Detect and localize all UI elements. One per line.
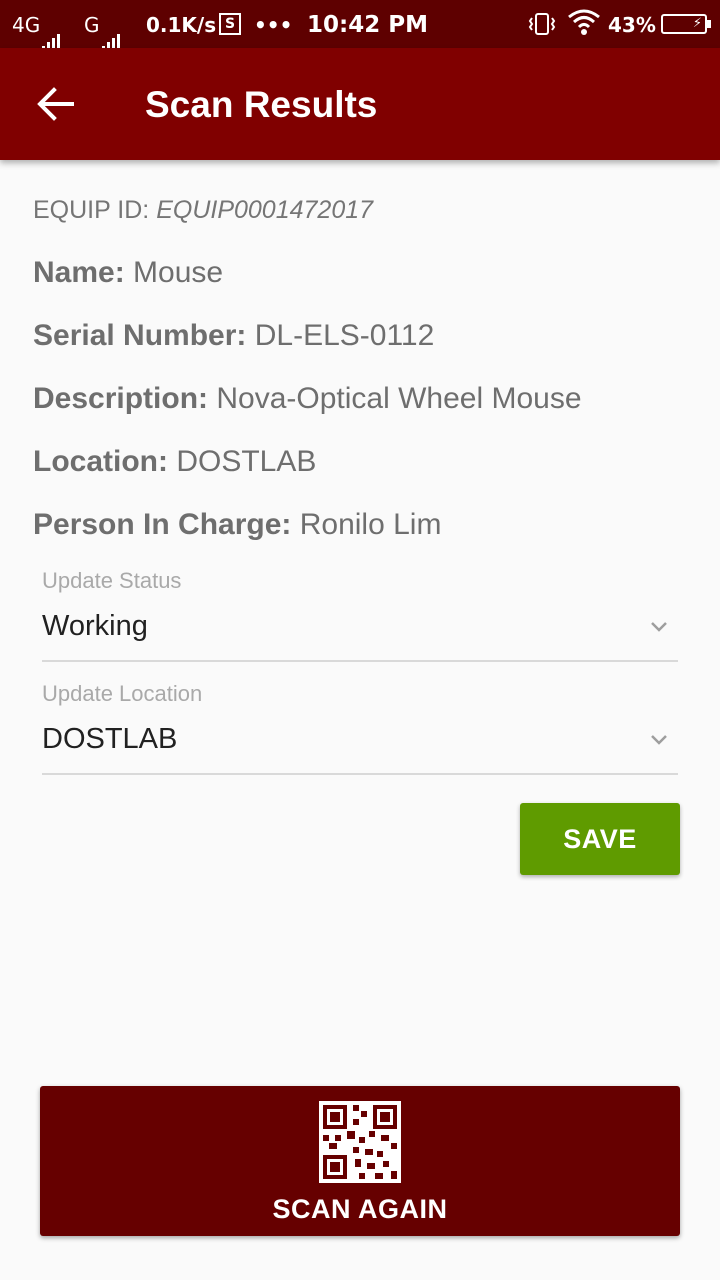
equip-id-value: EQUIP0001472017 bbox=[156, 196, 374, 224]
more-notifications-icon: ••• bbox=[254, 13, 293, 37]
page-title: Scan Results bbox=[145, 84, 378, 125]
network-speed: 0.1K/s bbox=[146, 13, 217, 37]
update-status-label: Update Status bbox=[42, 568, 182, 593]
signal-bars-icon bbox=[40, 2, 61, 52]
location-label: Location: bbox=[33, 445, 168, 478]
description-row: Description: Nova-Optical Wheel Mouse bbox=[33, 382, 703, 416]
back-button[interactable] bbox=[24, 72, 88, 136]
scan-again-button[interactable]: SCAN AGAIN bbox=[40, 1086, 680, 1236]
person-in-charge-row: Person In Charge: Ronilo Lim bbox=[33, 508, 703, 542]
app-bar: Scan Results bbox=[0, 48, 720, 160]
vibrate-icon bbox=[528, 0, 556, 48]
scan-again-label: SCAN AGAIN bbox=[272, 1194, 448, 1224]
wifi-icon bbox=[567, 0, 601, 48]
description-label: Description: bbox=[33, 382, 209, 415]
serial-number-value: DL-ELS-0112 bbox=[254, 319, 435, 352]
update-location-value: DOSTLAB bbox=[42, 723, 178, 755]
equip-id-row: EQUIP ID: EQUIP0001472017 bbox=[33, 196, 703, 225]
chevron-down-icon bbox=[651, 735, 667, 745]
battery-percentage: 43% bbox=[608, 13, 656, 37]
location-value: DOSTLAB bbox=[176, 445, 317, 478]
update-location-label: Update Location bbox=[42, 681, 203, 706]
network-g-indicator: G bbox=[84, 0, 120, 52]
name-label: Name: bbox=[33, 256, 125, 289]
update-location-dropdown[interactable]: DOSTLAB bbox=[42, 715, 678, 775]
battery-charging-icon: ⚡ bbox=[661, 14, 711, 34]
description-value: Nova-Optical Wheel Mouse bbox=[216, 382, 582, 415]
chevron-down-icon bbox=[651, 622, 667, 632]
save-button[interactable]: SAVE bbox=[520, 803, 680, 875]
name-value: Mouse bbox=[133, 256, 224, 289]
arrow-left-icon bbox=[37, 87, 74, 121]
signal-bars-icon bbox=[100, 2, 120, 52]
equip-id-label: EQUIP ID: bbox=[33, 196, 150, 224]
network-4g-indicator: 4G bbox=[12, 0, 61, 52]
qr-code-icon bbox=[319, 1101, 401, 1183]
person-in-charge-label: Person In Charge: bbox=[33, 508, 292, 541]
clock: 10:42 PM bbox=[307, 12, 428, 38]
person-in-charge-value: Ronilo Lim bbox=[299, 508, 442, 541]
update-status-value: Working bbox=[42, 610, 148, 642]
location-row: Location: DOSTLAB bbox=[33, 445, 703, 479]
name-row: Name: Mouse bbox=[33, 256, 703, 290]
status-bar: 4G G 0.1K/s S ••• 10:42 PM 43% ⚡ bbox=[0, 0, 720, 52]
update-status-dropdown[interactable]: Working bbox=[42, 602, 678, 662]
s-app-icon: S bbox=[219, 13, 241, 35]
serial-number-label: Serial Number: bbox=[33, 319, 247, 352]
serial-number-row: Serial Number: DL-ELS-0112 bbox=[33, 319, 703, 353]
